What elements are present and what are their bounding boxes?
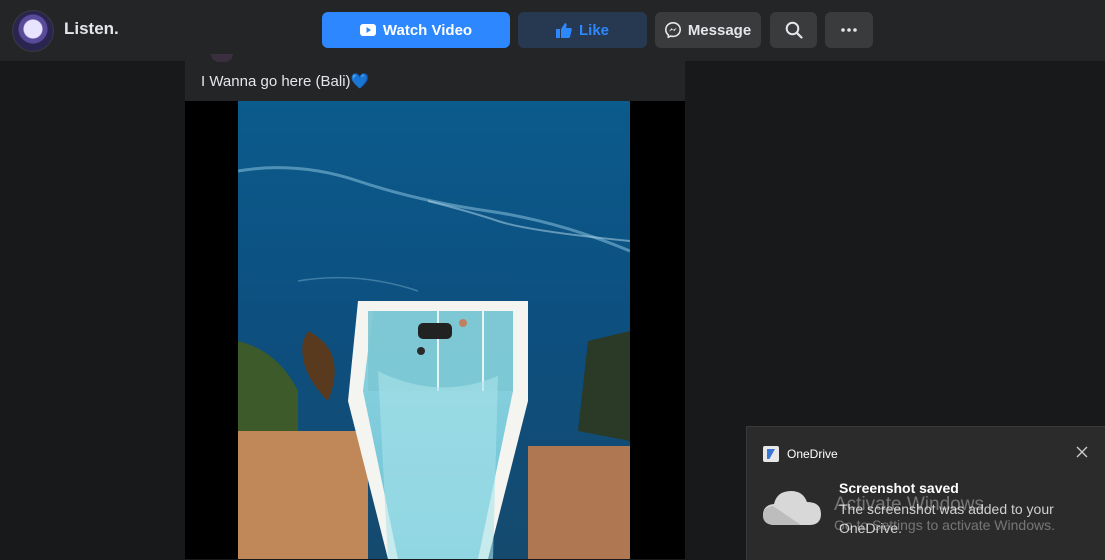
- thumbs-up-icon: [555, 23, 572, 38]
- notification-title: Screenshot saved: [839, 480, 959, 496]
- search-icon: [785, 21, 803, 39]
- more-icon: [841, 28, 857, 32]
- post-caption: I Wanna go here (Bali)💙: [201, 73, 370, 90]
- cloud-icon: [763, 491, 821, 525]
- notification-app-name: OneDrive: [787, 447, 838, 461]
- messenger-icon: [664, 22, 681, 38]
- watch-video-button[interactable]: Watch Video: [322, 12, 510, 48]
- onedrive-app-icon: [763, 446, 779, 462]
- like-button[interactable]: Like: [518, 12, 647, 48]
- close-icon[interactable]: [1075, 445, 1089, 459]
- page-avatar[interactable]: [12, 10, 54, 52]
- video-thumbnail[interactable]: [238, 101, 630, 559]
- more-button[interactable]: [825, 12, 873, 48]
- onedrive-notification[interactable]: OneDrive Screenshot saved The screenshot…: [746, 426, 1105, 560]
- play-icon: [359, 24, 376, 36]
- message-button[interactable]: Message: [655, 12, 761, 48]
- post-author-avatar[interactable]: [211, 54, 233, 62]
- page-name[interactable]: Listen.: [64, 19, 119, 39]
- message-label: Message: [687, 21, 752, 39]
- post-card: I Wanna go here (Bali)💙: [185, 54, 685, 559]
- video-player[interactable]: [185, 101, 685, 559]
- like-label: Like: [578, 21, 609, 39]
- watch-video-label: Watch Video: [382, 21, 473, 39]
- notification-body: The screenshot was added to your OneDriv…: [839, 501, 1054, 536]
- search-button[interactable]: [770, 12, 817, 48]
- video-still: [238, 101, 630, 559]
- top-bar: Listen. Watch Video Like Message: [0, 0, 1105, 60]
